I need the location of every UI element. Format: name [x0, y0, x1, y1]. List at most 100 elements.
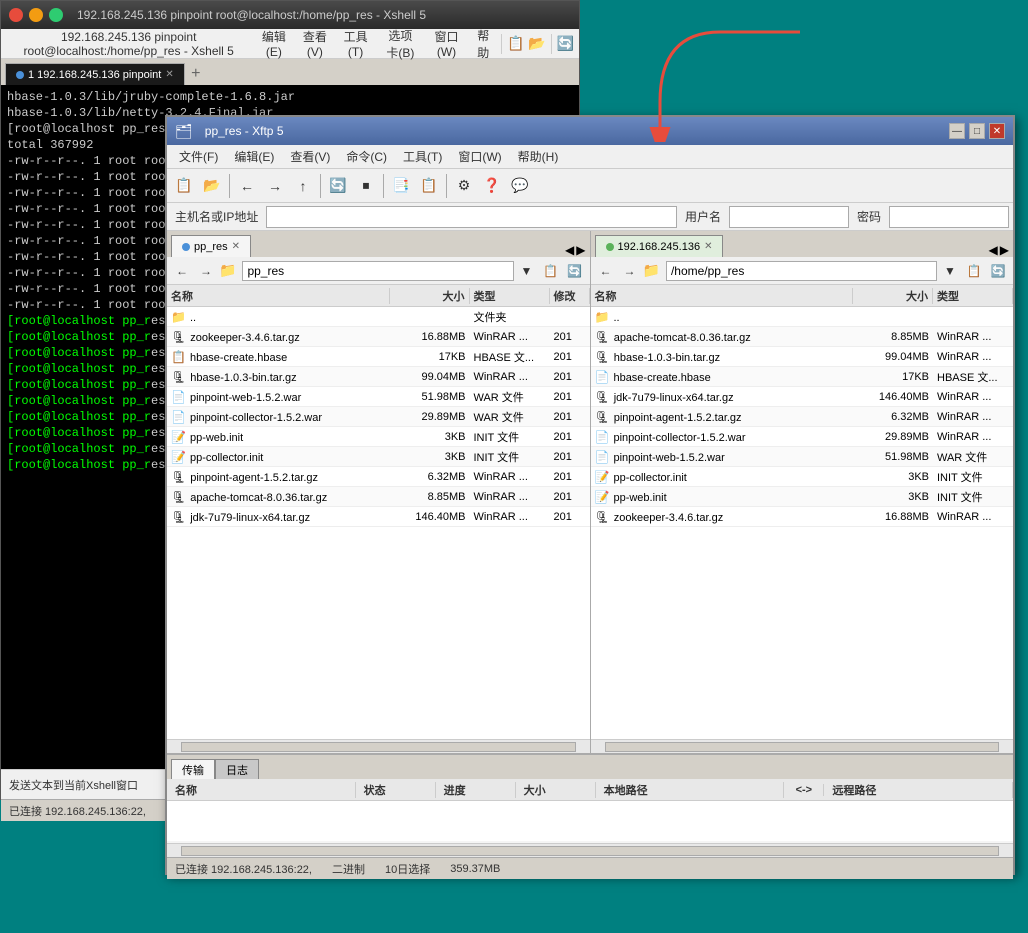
list-item[interactable]: 📝pp-collector.init 3KB INIT 文件 [591, 467, 1014, 487]
file-type: INIT 文件 [470, 449, 550, 465]
new-session-icon[interactable]: 📋 [171, 173, 197, 199]
forward-icon[interactable]: → [262, 173, 288, 199]
list-item[interactable]: 📄pinpoint-collector-1.5.2.war 29.89MB WA… [167, 407, 590, 427]
local-path-display[interactable]: pp_res [242, 261, 513, 281]
local-scrollbar[interactable] [167, 739, 590, 753]
xftp-title: pp_res - Xftp 5 [205, 124, 945, 138]
local-header-type: 类型 [470, 288, 550, 304]
list-item[interactable]: 📁.. 文件夹 [167, 307, 590, 327]
list-item[interactable]: 📋hbase-create.hbase 17KB HBASE 文... 201 [167, 347, 590, 367]
minimize-button[interactable] [29, 8, 43, 22]
copy-icon[interactable]: 📑 [388, 173, 414, 199]
list-item[interactable]: 🗜hbase-1.0.3-bin.tar.gz 99.04MB WinRAR .… [591, 347, 1014, 367]
remote-dropdown-btn[interactable]: ▼ [939, 260, 961, 282]
remote-tab-close[interactable]: ✕ [704, 241, 712, 252]
remote-prev-tab[interactable]: ◀ [989, 243, 998, 257]
local-prev-tab[interactable]: ◀ [565, 243, 574, 257]
list-item[interactable]: 🗜hbase-1.0.3-bin.tar.gz 99.04MB WinRAR .… [167, 367, 590, 387]
help-icon[interactable]: ❓ [479, 173, 505, 199]
transfer-tab[interactable]: 传输 [171, 759, 215, 779]
host-input[interactable] [266, 206, 677, 228]
file-menu[interactable]: 192.168.245.136 pinpoint root@localhost:… [5, 28, 252, 60]
edit-menu[interactable]: 编辑(E) [254, 26, 293, 61]
remote-scrollbar[interactable] [591, 739, 1014, 753]
tab-close-icon[interactable]: ✕ [165, 69, 173, 80]
chat-icon[interactable]: 💬 [507, 173, 533, 199]
menu-tools[interactable]: 工具(T) [395, 146, 450, 167]
menu-command[interactable]: 命令(C) [338, 146, 395, 167]
local-scroll-track[interactable] [181, 742, 576, 752]
menu-window[interactable]: 窗口(W) [450, 146, 509, 167]
view-menu[interactable]: 查看(V) [295, 26, 334, 61]
list-item[interactable]: 🗜zookeeper-3.4.6.tar.gz 16.88MB WinRAR .… [167, 327, 590, 347]
back-icon[interactable]: ← [234, 173, 260, 199]
list-item[interactable]: 📄hbase-create.hbase 17KB HBASE 文... [591, 367, 1014, 387]
menu-edit[interactable]: 编辑(E) [226, 146, 282, 167]
refresh-icon[interactable]: 🔄 [325, 173, 351, 199]
menu-file[interactable]: 文件(F) [171, 146, 226, 167]
bottom-scrollbar[interactable] [167, 843, 1013, 857]
remote-back-btn[interactable]: ← [595, 260, 617, 282]
list-item[interactable]: 🗜jdk-7u79-linux-x64.tar.gz 146.40MB WinR… [591, 387, 1014, 407]
list-item[interactable]: 📄pinpoint-collector-1.5.2.war 29.89MB Wi… [591, 427, 1014, 447]
menu-view[interactable]: 查看(V) [282, 146, 338, 167]
remote-tab[interactable]: 192.168.245.136 ✕ [595, 235, 724, 257]
list-item[interactable]: 🗜jdk-7u79-linux-x64.tar.gz 146.40MB WinR… [167, 507, 590, 527]
file-type: WinRAR ... [933, 411, 1013, 423]
file-size: 3KB [390, 431, 470, 443]
maximize-button[interactable] [49, 8, 63, 22]
remote-scroll-track[interactable] [605, 742, 1000, 752]
local-tab-close[interactable]: ✕ [232, 241, 240, 252]
remote-next-tab[interactable]: ▶ [1000, 243, 1009, 257]
user-input[interactable] [729, 206, 849, 228]
menu-help[interactable]: 帮助(H) [510, 146, 567, 167]
file-type: WinRAR ... [470, 491, 550, 503]
settings-icon[interactable]: ⚙ [451, 173, 477, 199]
options-menu[interactable]: 选项卡(B) [377, 25, 424, 63]
local-tab[interactable]: pp_res ✕ [171, 235, 251, 257]
remote-copy-btn[interactable]: 📋 [963, 260, 985, 282]
xftp-close-btn[interactable]: ✕ [989, 123, 1005, 139]
transfer-btn[interactable]: 🔄 [556, 31, 575, 57]
list-item[interactable]: 🗜apache-tomcat-8.0.36.tar.gz 8.85MB WinR… [167, 487, 590, 507]
list-item[interactable]: 📁.. [591, 307, 1014, 327]
log-tab[interactable]: 日志 [215, 759, 259, 779]
open-icon[interactable]: 📂 [199, 173, 225, 199]
open-btn[interactable]: 📂 [527, 31, 546, 57]
list-item[interactable]: 📝pp-web.init 3KB INIT 文件 201 [167, 427, 590, 447]
local-file-list[interactable]: 📁.. 文件夹 🗜zookeeper-3.4.6.tar.gz 16.88MB … [167, 307, 590, 739]
xftp-minimize-btn[interactable]: — [949, 123, 965, 139]
local-next-tab[interactable]: ▶ [576, 243, 585, 257]
list-item[interactable]: 🗜pinpoint-agent-1.5.2.tar.gz 6.32MB WinR… [591, 407, 1014, 427]
pass-input[interactable] [889, 206, 1009, 228]
list-item[interactable]: 📝pp-web.init 3KB INIT 文件 [591, 487, 1014, 507]
local-refresh-btn[interactable]: 🔄 [564, 260, 586, 282]
bottom-scroll-track[interactable] [181, 846, 999, 856]
local-dropdown-btn[interactable]: ▼ [516, 260, 538, 282]
up-icon[interactable]: ↑ [290, 173, 316, 199]
remote-refresh-btn[interactable]: 🔄 [987, 260, 1009, 282]
archive-icon2: 🗜 [171, 370, 186, 384]
tools-menu[interactable]: 工具(T) [336, 26, 375, 61]
stop-icon[interactable]: ⏹ [353, 173, 379, 199]
list-item[interactable]: 📄pinpoint-web-1.5.2.war 51.98MB WAR 文件 [591, 447, 1014, 467]
xshell-tab-1[interactable]: 1 192.168.245.136 pinpoint ✕ [5, 63, 185, 85]
remote-forward-btn[interactable]: → [619, 260, 641, 282]
list-item[interactable]: 🗜apache-tomcat-8.0.36.tar.gz 8.85MB WinR… [591, 327, 1014, 347]
list-item[interactable]: 📄pinpoint-web-1.5.2.war 51.98MB WAR 文件 2… [167, 387, 590, 407]
window-menu[interactable]: 窗口(W) [426, 26, 467, 61]
xftp-maximize-btn[interactable]: □ [969, 123, 985, 139]
local-back-btn[interactable]: ← [171, 260, 193, 282]
new-tab-button[interactable]: + [185, 63, 207, 85]
help-menu[interactable]: 帮助 [469, 25, 497, 63]
local-forward-btn[interactable]: → [195, 260, 217, 282]
list-item[interactable]: 🗜pinpoint-agent-1.5.2.tar.gz 6.32MB WinR… [167, 467, 590, 487]
local-copy-btn[interactable]: 📋 [540, 260, 562, 282]
list-item[interactable]: 🗜zookeeper-3.4.6.tar.gz 16.88MB WinRAR .… [591, 507, 1014, 527]
remote-path-display[interactable]: /home/pp_res [666, 261, 937, 281]
list-item[interactable]: 📝pp-collector.init 3KB INIT 文件 201 [167, 447, 590, 467]
close-button[interactable] [9, 8, 23, 22]
new-session-btn[interactable]: 📋 [506, 31, 525, 57]
remote-file-list[interactable]: 📁.. 🗜apache-tomcat-8.0.36.tar.gz 8.85MB … [591, 307, 1014, 739]
paste-icon[interactable]: 📋 [416, 173, 442, 199]
